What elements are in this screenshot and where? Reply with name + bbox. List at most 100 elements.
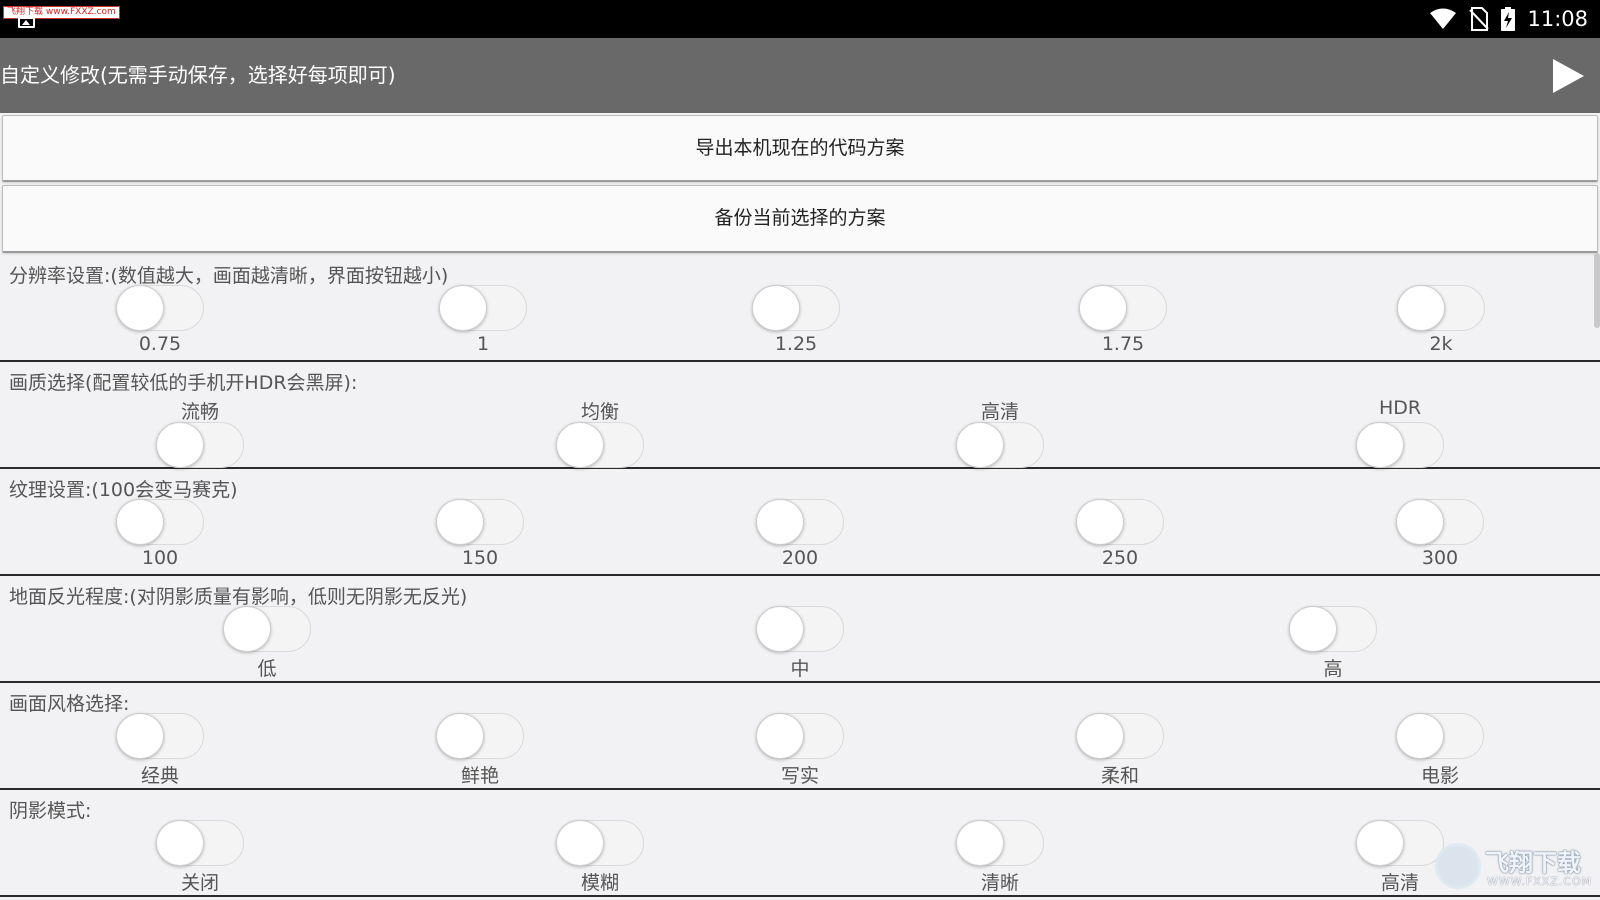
texture-option-3: 250 — [1050, 469, 1190, 576]
option-label: 1.75 — [1101, 333, 1145, 355]
toggle-switch[interactable] — [1076, 499, 1164, 545]
option-label: 鲜艳 — [460, 765, 499, 787]
switch-knob — [223, 606, 271, 652]
toggle-switch[interactable] — [436, 713, 524, 759]
option-label: 1.25 — [774, 333, 818, 355]
option-label: 低 — [257, 658, 277, 680]
no-sim-icon — [1469, 7, 1490, 31]
shadow-option-1: 模糊 — [530, 790, 670, 897]
switch-knob — [956, 820, 1004, 866]
toggle-switch[interactable] — [116, 499, 204, 545]
toggle-switch[interactable] — [223, 606, 311, 652]
texture-section: 纹理设置:(100会变马赛克) 100 150 200 250 300 — [0, 469, 1600, 576]
option-label: 柔和 — [1100, 765, 1139, 787]
resolution-section: 分辨率设置:(数值越大，画面越清晰，界面按钮越小) 0.75 1 1.25 1.… — [0, 255, 1600, 362]
option-label: HDR — [1378, 397, 1422, 419]
switch-knob — [1396, 713, 1444, 759]
quality-option-1: 均衡 — [530, 362, 670, 469]
texture-option-1: 150 — [410, 469, 550, 576]
switch-knob — [1356, 422, 1404, 468]
wifi-icon — [1430, 8, 1457, 29]
switch-knob — [1076, 713, 1124, 759]
style-option-1: 鲜艳 — [410, 683, 550, 790]
switch-knob — [436, 713, 484, 759]
status-bar: 飞翔下载 www.FXXZ.com 11:08 — [0, 0, 1600, 38]
toggle-switch[interactable] — [956, 422, 1044, 468]
toggle-switch[interactable] — [436, 499, 524, 545]
switch-knob — [1079, 285, 1127, 331]
watermark-logo: 飞翔下载 WWW.FXXZ.COM — [1435, 843, 1595, 891]
switch-knob — [116, 285, 164, 331]
toggle-switch[interactable] — [752, 285, 840, 331]
shadow-option-0: 关闭 — [130, 790, 270, 897]
toggle-switch[interactable] — [956, 820, 1044, 866]
resolution-option-4: 2k — [1371, 255, 1511, 362]
toggle-switch[interactable] — [1079, 285, 1167, 331]
style-option-4: 电影 — [1370, 683, 1510, 790]
quality-option-0: 流畅 — [130, 362, 270, 469]
resolution-option-0: 0.75 — [90, 255, 230, 362]
toggle-switch[interactable] — [1356, 422, 1444, 468]
shadow-section: 阴影模式: 关闭 模糊 清晰 高清 — [0, 790, 1600, 897]
switch-knob — [556, 820, 604, 866]
option-label: 高 — [1323, 658, 1343, 680]
toggle-switch[interactable] — [1289, 606, 1377, 652]
shadow-option-2: 清晰 — [930, 790, 1070, 897]
reflection-option-1: 中 — [730, 576, 870, 683]
toggle-switch[interactable] — [156, 422, 244, 468]
toggle-switch[interactable] — [1396, 499, 1484, 545]
resolution-option-1: 1 — [413, 255, 553, 362]
image-notification-icon — [18, 17, 35, 28]
toggle-switch[interactable] — [756, 713, 844, 759]
toggle-switch[interactable] — [1356, 820, 1444, 866]
option-label: 300 — [1421, 547, 1459, 569]
texture-option-4: 300 — [1370, 469, 1510, 576]
switch-knob — [156, 422, 204, 468]
toggle-switch[interactable] — [756, 606, 844, 652]
export-scheme-button[interactable]: 导出本机现在的代码方案 — [2, 115, 1598, 182]
option-label: 清晰 — [980, 872, 1019, 894]
style-option-2: 写实 — [730, 683, 870, 790]
option-label: 150 — [461, 547, 499, 569]
toggle-switch[interactable] — [556, 422, 644, 468]
switch-knob — [1397, 285, 1445, 331]
toggle-switch[interactable] — [439, 285, 527, 331]
toggle-switch[interactable] — [116, 713, 204, 759]
switch-knob — [556, 422, 604, 468]
backup-scheme-button[interactable]: 备份当前选择的方案 — [2, 185, 1598, 253]
quality-option-2: 高清 — [930, 362, 1070, 469]
play-icon[interactable] — [1550, 57, 1586, 95]
page-title: 自定义修改(无需手动保存，选择好每项即可) — [0, 63, 396, 87]
quality-section: 画质选择(配置较低的手机开HDR会黑屏): 流畅 均衡 高清 HDR — [0, 362, 1600, 469]
watermark-logo-icon — [1435, 843, 1481, 889]
toggle-switch[interactable] — [1397, 285, 1485, 331]
switch-knob — [116, 713, 164, 759]
toggle-switch[interactable] — [116, 285, 204, 331]
quality-option-3: HDR — [1330, 362, 1470, 469]
option-label: 均衡 — [580, 401, 619, 423]
toggle-switch[interactable] — [756, 499, 844, 545]
option-label: 关闭 — [180, 872, 219, 894]
style-option-3: 柔和 — [1050, 683, 1190, 790]
switch-knob — [756, 713, 804, 759]
switch-knob — [439, 285, 487, 331]
resolution-option-2: 1.25 — [726, 255, 866, 362]
resolution-option-3: 1.75 — [1053, 255, 1193, 362]
status-icons: 11:08 — [1429, 0, 1588, 38]
style-option-0: 经典 — [90, 683, 230, 790]
toggle-switch[interactable] — [156, 820, 244, 866]
style-section: 画面风格选择: 经典 鲜艳 写实 柔和 电影 — [0, 683, 1600, 790]
reflection-option-0: 低 — [197, 576, 337, 683]
switch-knob — [756, 606, 804, 652]
option-label: 1 — [476, 333, 490, 355]
toggle-switch[interactable] — [1396, 713, 1484, 759]
texture-option-0: 100 — [90, 469, 230, 576]
switch-knob — [1396, 499, 1444, 545]
option-label: 电影 — [1420, 765, 1459, 787]
watermark-logo-title: 飞翔下载 — [1485, 849, 1581, 877]
option-label: 高清 — [980, 401, 1019, 423]
section-title: 阴影模式: — [9, 800, 92, 822]
toggle-switch[interactable] — [1076, 713, 1164, 759]
option-label: 写实 — [780, 765, 819, 787]
toggle-switch[interactable] — [556, 820, 644, 866]
